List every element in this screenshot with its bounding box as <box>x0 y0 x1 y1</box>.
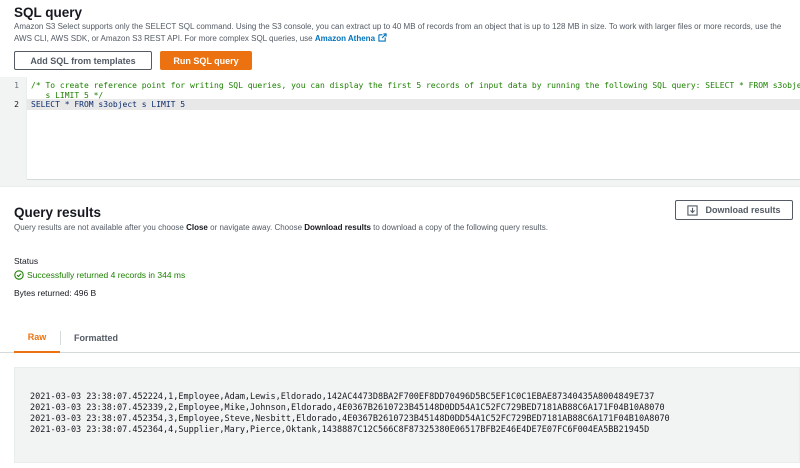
line-number-1: 1 <box>14 81 19 90</box>
sql-query-title: SQL query <box>14 5 83 20</box>
status-success-text: Successfully returned 4 records in 344 m… <box>27 270 186 280</box>
editor-gutter <box>0 77 27 180</box>
amazon-athena-link[interactable]: Amazon Athena <box>315 34 375 43</box>
editor-line-query[interactable]: SELECT * FROM s3object s LIMIT 5 <box>31 100 185 110</box>
line-number-2: 2 <box>14 100 19 109</box>
add-sql-from-templates-button[interactable]: Add SQL from templates <box>14 51 152 70</box>
results-desc-close: Close <box>186 223 208 232</box>
query-results-title: Query results <box>14 205 102 220</box>
result-format-tabs: Raw Formatted <box>0 323 800 353</box>
result-row: 2021-03-03 23:38:07.452339,2,Employee,Mi… <box>30 403 665 413</box>
editor-line-comment[interactable]: /* To create reference point for writing… <box>31 81 800 100</box>
result-row: 2021-03-03 23:38:07.452354,3,Employee,St… <box>30 414 670 424</box>
results-desc-part-3: to download a copy of the following quer… <box>370 223 548 232</box>
download-results-button[interactable]: Download results <box>675 200 793 220</box>
check-circle-icon <box>14 270 24 280</box>
results-desc-part-1: Query results are not available after yo… <box>14 223 187 232</box>
sql-query-description: Amazon S3 Select supports only the SELEC… <box>14 21 794 44</box>
tab-formatted[interactable]: Formatted <box>62 323 130 353</box>
download-icon <box>687 204 699 216</box>
raw-results-output: 2021-03-03 23:38:07.452224,1,Employee,Ad… <box>14 367 800 463</box>
sql-query-panel: SQL query Amazon S3 Select supports only… <box>0 0 800 180</box>
tab-divider <box>60 331 61 345</box>
status-label: Status <box>14 256 39 266</box>
run-sql-query-button[interactable]: Run SQL query <box>160 51 252 70</box>
tab-raw[interactable]: Raw <box>14 323 60 353</box>
query-results-description: Query results are not available after yo… <box>14 222 548 234</box>
external-link-icon[interactable] <box>378 32 387 42</box>
download-results-label: Download results <box>705 205 781 215</box>
result-row: 2021-03-03 23:38:07.452224,1,Employee,Ad… <box>30 392 655 402</box>
query-results-panel: Query results Query results are not avai… <box>0 186 800 468</box>
results-desc-part-2: or navigate away. Choose <box>207 223 305 232</box>
sql-editor[interactable]: 1 2 /* To create reference point for wri… <box>0 77 800 180</box>
bytes-returned: Bytes returned: 496 B <box>14 288 97 298</box>
result-row: 2021-03-03 23:38:07.452364,4,Supplier,Ma… <box>30 425 650 435</box>
results-desc-download: Download results <box>304 223 371 232</box>
sql-description-text: Amazon S3 Select supports only the SELEC… <box>14 22 782 43</box>
status-success-message: Successfully returned 4 records in 344 m… <box>14 270 185 280</box>
